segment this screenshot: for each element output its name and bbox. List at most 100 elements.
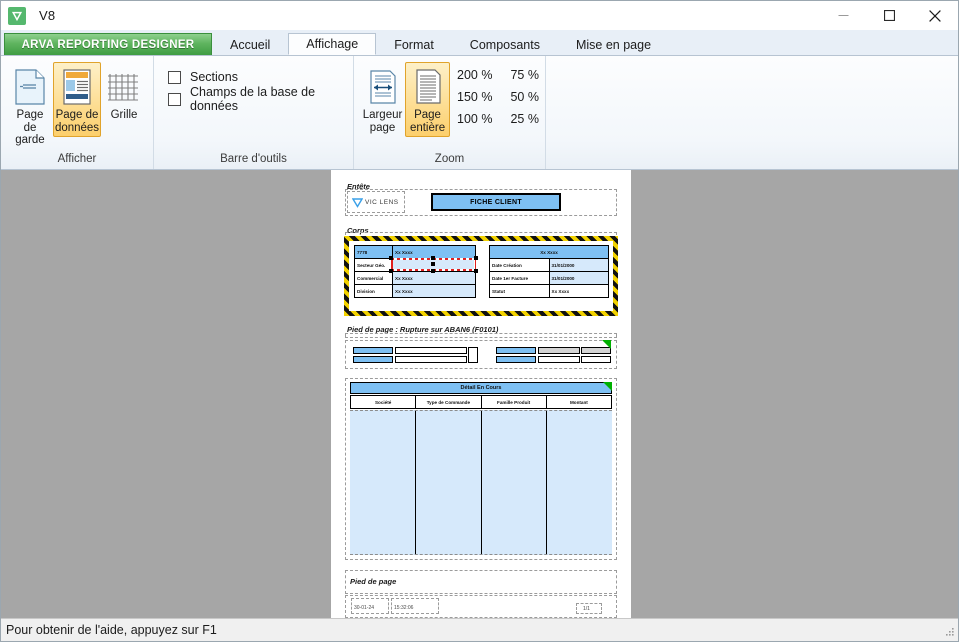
title-banner[interactable]: FICHE CLIENT	[431, 193, 561, 211]
resize-handle-center[interactable]	[431, 262, 435, 266]
largeur-page-button[interactable]: Largeur page	[360, 62, 405, 137]
detail-data-area[interactable]	[350, 410, 612, 555]
page-de-garde-button[interactable]: Page de garde	[7, 62, 53, 150]
report-page[interactable]: Entête VIC LENS FICHE CLIENT Corps 7778 …	[331, 170, 631, 618]
client-row-1-label: Commercial	[354, 271, 393, 285]
ribbon-group-zoom: Largeur page Page entière 200 % 75 % 150…	[353, 56, 545, 169]
band-rupture-top[interactable]	[345, 333, 617, 338]
table-row: Xx Xxxx	[489, 245, 609, 259]
grille-label: Grille	[110, 109, 138, 121]
detail-column-3[interactable]	[482, 411, 548, 554]
page-entiere-button[interactable]: Page entière	[405, 62, 451, 137]
ribbon-group-empty	[545, 56, 958, 169]
zoom-level-50[interactable]: 50 %	[510, 86, 539, 108]
ribbon: Page de garde Page de données Grille Aff…	[1, 56, 958, 170]
checkbox-sections-label: Sections	[190, 70, 238, 84]
checkbox-champs-base-donnees[interactable]: Champs de la base de données	[168, 85, 347, 113]
info-row-2-label: Statut	[489, 284, 550, 298]
report-logo: VIC LENS	[352, 197, 399, 208]
client-table[interactable]: 7778 Xx Xxxx Secteur Géo. Xx Xxxx Commer…	[354, 245, 476, 298]
checkbox-champs-box[interactable]	[168, 92, 181, 106]
summary-bar-6b[interactable]	[581, 356, 611, 363]
close-icon[interactable]	[912, 1, 958, 30]
table-row: Date 1er Facture 31/01/2000	[489, 271, 609, 285]
detail-section-header[interactable]: Détail En Cours	[350, 382, 612, 394]
group-label-zoom: Zoom	[434, 153, 465, 165]
resize-handle-n[interactable]	[431, 256, 435, 260]
detail-column-1[interactable]	[350, 411, 416, 554]
band-label-pied: Pied de page	[350, 577, 397, 586]
resize-handle-s[interactable]	[431, 269, 435, 273]
info-table[interactable]: Xx Xxxx Date Création 31/01/2000 Date 1e…	[489, 245, 609, 298]
page-de-donnees-button[interactable]: Page de données	[52, 62, 102, 137]
zoom-level-25[interactable]: 25 %	[510, 108, 539, 130]
tab-composants[interactable]: Composants	[452, 33, 558, 55]
detail-column-headers[interactable]: Société Type de Commande Famille Produit…	[350, 395, 612, 409]
checkbox-sections-box[interactable]	[168, 70, 181, 84]
zoom-level-75[interactable]: 75 %	[510, 64, 539, 86]
tab-format[interactable]: Format	[376, 33, 452, 55]
table-row: Division Xx Xxxx	[354, 284, 476, 298]
summary-bar-4a[interactable]	[496, 347, 536, 354]
tab-accueil[interactable]: Accueil	[212, 33, 288, 55]
zoom-levels: 200 % 75 % 150 % 50 % 100 % 25 %	[457, 64, 539, 130]
ribbon-group-barre-outils: Sections Champs de la base de données Ba…	[153, 56, 353, 169]
summary-bar-2b[interactable]	[395, 356, 467, 363]
maximize-icon[interactable]	[866, 1, 912, 30]
summary-bar-1b[interactable]	[353, 356, 393, 363]
resize-handle-nw[interactable]	[389, 256, 393, 260]
zoom-level-150[interactable]: 150 %	[457, 86, 492, 108]
status-bar: Pour obtenir de l'aide, appuyez sur F1	[1, 618, 958, 641]
resize-handle-sw[interactable]	[389, 269, 393, 273]
green-corner-marker-1	[602, 340, 611, 349]
column-header-societe: Société	[351, 396, 417, 408]
selected-group-frame[interactable]: 7778 Xx Xxxx Secteur Géo. Xx Xxxx Commer…	[344, 236, 618, 316]
summary-bar-1a[interactable]	[353, 347, 393, 354]
largeur-page-label: Largeur page	[362, 109, 403, 134]
brand-tab[interactable]: ARVA REPORTING DESIGNER	[4, 33, 212, 55]
grid-icon	[107, 66, 141, 108]
info-row-2-value: Xx Xxxx	[548, 284, 609, 298]
grille-button[interactable]: Grille	[101, 62, 147, 125]
info-row-0-value: 31/01/2000	[548, 258, 609, 272]
table-row: Commercial Xx Xxxx	[354, 271, 476, 285]
cover-page-icon	[15, 66, 45, 108]
resize-handle-ne[interactable]	[474, 256, 478, 260]
tab-affichage[interactable]: Affichage	[288, 33, 377, 55]
resize-handle-se[interactable]	[474, 269, 478, 273]
green-corner-marker-2	[603, 382, 612, 391]
footer-time: 15:32:06	[394, 605, 414, 611]
tab-mise-en-page[interactable]: Mise en page	[558, 33, 669, 55]
selected-group-inner: 7778 Xx Xxxx Secteur Géo. Xx Xxxx Commer…	[349, 241, 613, 311]
zoom-level-200[interactable]: 200 %	[457, 64, 492, 86]
selected-field-marquee[interactable]	[389, 256, 478, 273]
info-row-1-label: Date 1er Facture	[489, 271, 550, 285]
band-rupture[interactable]	[345, 340, 617, 369]
page-de-donnees-label: Page de données	[54, 109, 100, 134]
summary-bar-2a[interactable]	[395, 347, 467, 354]
client-row-2-value: Xx Xxxx	[392, 284, 476, 298]
column-header-type-commande: Type de Commande	[416, 396, 482, 408]
summary-bar-4b[interactable]	[496, 356, 536, 363]
detail-column-4[interactable]	[547, 411, 612, 554]
summary-bar-5a[interactable]	[538, 347, 580, 354]
v-logo-icon	[8, 6, 26, 25]
resize-grip-icon[interactable]	[943, 626, 955, 638]
group-label-barre-outils: Barre d'outils	[220, 153, 287, 165]
summary-bar-5b[interactable]	[538, 356, 580, 363]
zoom-level-100[interactable]: 100 %	[457, 108, 492, 130]
group-label-afficher: Afficher	[57, 153, 97, 165]
client-id-cell: 7778	[354, 245, 393, 259]
minimize-icon[interactable]	[820, 1, 866, 30]
client-row-0-label: Secteur Géo.	[354, 258, 393, 272]
ribbon-group-afficher: Page de garde Page de données Grille Aff…	[1, 56, 153, 169]
client-row-1-value: Xx Xxxx	[392, 271, 476, 285]
column-header-montant: Montant	[569, 399, 588, 405]
column-header-famille-produit: Famille Produit	[482, 396, 547, 408]
page-width-icon	[368, 66, 398, 108]
detail-column-2[interactable]	[416, 411, 482, 554]
summary-bar-3[interactable]	[468, 347, 478, 363]
design-canvas[interactable]: Entête VIC LENS FICHE CLIENT Corps 7778 …	[1, 170, 958, 618]
page-entiere-label: Page entière	[409, 109, 446, 134]
ribbon-tabstrip: ARVA REPORTING DESIGNER Accueil Affichag…	[1, 30, 958, 56]
